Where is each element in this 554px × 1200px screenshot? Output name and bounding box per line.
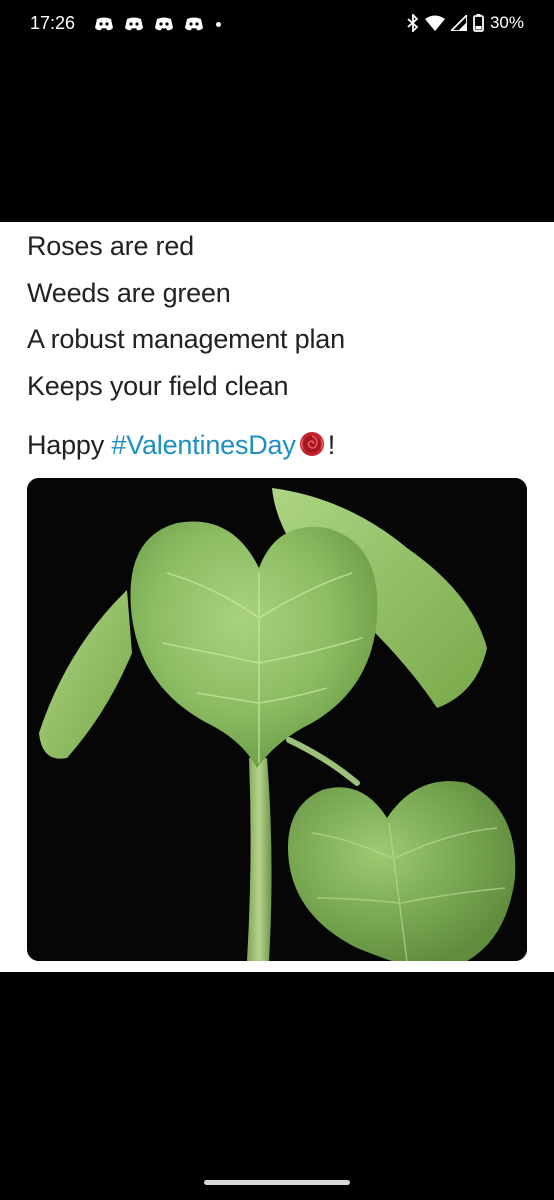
discord-icon [155, 17, 173, 31]
battery-icon [473, 14, 484, 32]
wifi-icon [424, 15, 445, 31]
system-status: 30% [407, 13, 524, 33]
closing-line: Happy #ValentinesDay ! [27, 429, 335, 461]
bluetooth-icon [407, 14, 419, 32]
discord-icon [125, 17, 143, 31]
seedling-photo [27, 478, 527, 961]
dot-icon [216, 21, 221, 27]
status-bar: 17:26 30% [0, 0, 554, 50]
rose-icon [299, 432, 324, 456]
post-card: Roses are red Weeds are green A robust m… [0, 222, 554, 972]
poem-line-3: A robust management plan [27, 324, 345, 354]
closing-suffix: ! [327, 430, 336, 460]
post-image[interactable] [27, 478, 527, 961]
battery-percent: 30% [489, 13, 524, 32]
poem-line-1: Roses are red [27, 231, 194, 261]
poem-line-4: Keeps your field clean [27, 371, 289, 401]
discord-icon [95, 17, 113, 31]
hashtag-link[interactable]: #ValentinesDay [111, 430, 296, 460]
status-time: 17:26 [30, 13, 76, 33]
gesture-navigation-bar[interactable] [204, 1180, 350, 1185]
signal-icon [450, 15, 467, 31]
closing-prefix: Happy [27, 430, 112, 460]
discord-icon [185, 17, 203, 31]
poem-line-2: Weeds are green [27, 278, 231, 308]
notification-icons [94, 15, 221, 33]
